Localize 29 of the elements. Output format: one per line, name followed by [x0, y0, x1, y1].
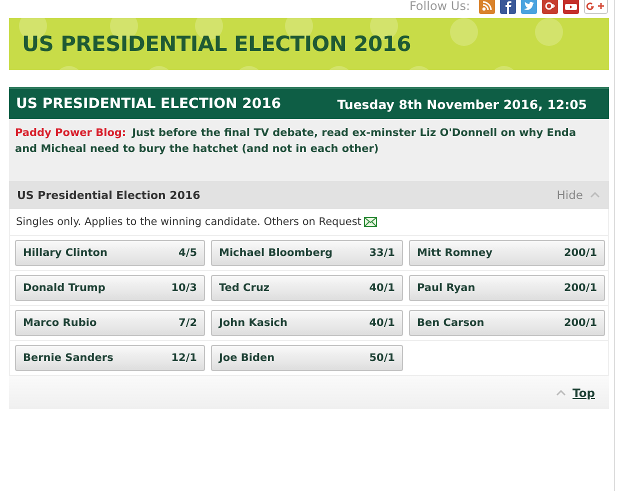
blog-text: Paddy Power Blog: Just before the final TV debate, read ex-minster Liz O'Donnell on why Enda and Micheal need to bury the hatchet (and not in each other): [15, 126, 578, 157]
envelope-icon[interactable]: [364, 217, 378, 227]
selection-button[interactable]: Hillary Clinton 4/5: [15, 240, 205, 266]
googleplus-icon[interactable]: [584, 0, 608, 14]
chevron-up-icon: [556, 390, 566, 396]
top-link[interactable]: Top: [572, 386, 595, 400]
market-title: US Presidential Election 2016: [17, 188, 200, 202]
follow-us-label: Follow Us:: [409, 0, 470, 13]
event-datetime: Tuesday 8th November 2016, 12:05: [337, 96, 587, 112]
selection-button[interactable]: Joe Biden 50/1: [211, 345, 403, 371]
selection-button[interactable]: Bernie Sanders 12/1: [15, 345, 205, 371]
banner-title: US PRESIDENTIAL ELECTION 2016: [22, 32, 411, 56]
facebook-icon[interactable]: [500, 0, 516, 14]
twitter-icon[interactable]: [521, 0, 537, 14]
selection-button[interactable]: Marco Rubio 7/2: [15, 310, 205, 336]
selection-button[interactable]: Michael Bloomberg 33/1: [211, 240, 403, 266]
googleplus-icon[interactable]: [542, 0, 558, 14]
selection-button[interactable]: Ted Cruz 40/1: [211, 275, 403, 301]
rss-icon[interactable]: [479, 0, 495, 14]
chevron-up-icon: [590, 192, 600, 198]
selection-button[interactable]: Paul Ryan 200/1: [409, 275, 605, 301]
selection-button[interactable]: Ben Carson 200/1: [409, 310, 605, 336]
youtube-icon[interactable]: [563, 0, 579, 14]
selection-button[interactable]: Donald Trump 10/3: [15, 275, 205, 301]
selection-button[interactable]: John Kasich 40/1: [211, 310, 403, 336]
selection-button[interactable]: Mitt Romney 200/1: [409, 240, 605, 266]
panel-title: US PRESIDENTIAL ELECTION 2016: [16, 96, 282, 112]
market-note: Singles only. Applies to the winning candidate. Others on Request: [16, 216, 362, 228]
blog-link[interactable]: Paddy Power Blog:: [15, 127, 126, 139]
